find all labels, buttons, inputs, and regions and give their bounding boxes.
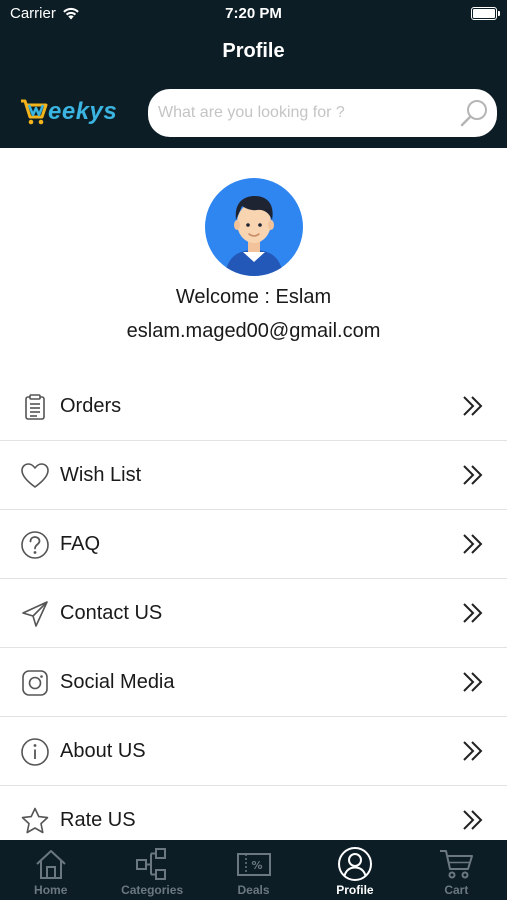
svg-text:%: % <box>251 859 262 872</box>
user-email: eslam.maged00@gmail.com <box>126 320 381 342</box>
menu-item-label: Social Media <box>60 671 175 693</box>
star-icon <box>21 807 49 834</box>
menu-item-contact-us[interactable]: Contact US <box>0 579 507 648</box>
tab-profile[interactable]: Profile <box>304 840 405 900</box>
double-chevron-right-icon <box>463 810 483 830</box>
menu-item-label: Rate US <box>60 809 136 831</box>
logo-cart-icon <box>21 99 48 125</box>
paper-plane-icon <box>22 601 48 627</box>
menu-item-label: About US <box>60 740 146 762</box>
heart-icon <box>21 463 49 488</box>
double-chevron-right-icon <box>463 672 483 692</box>
status-bar: Carrier 7:20 PM <box>0 0 507 28</box>
tab-label: Home <box>34 883 68 897</box>
status-time: 7:20 PM <box>225 5 282 22</box>
question-icon <box>21 531 49 559</box>
battery-icon <box>471 7 500 20</box>
menu-item-label: FAQ <box>60 533 101 555</box>
cart-icon <box>440 850 474 879</box>
tab-home[interactable]: Home <box>0 840 101 900</box>
search-icon[interactable] <box>459 98 489 128</box>
menu-item-about-us[interactable]: About US <box>0 717 507 786</box>
home-icon <box>36 850 66 879</box>
deals-icon: % <box>236 853 271 876</box>
profile-icon <box>337 847 372 881</box>
tab-label: Deals <box>237 883 270 897</box>
menu-item-social-media[interactable]: Social Media <box>0 648 507 717</box>
profile-menu: Orders Wish List FAQ Contact US Social M… <box>0 372 507 855</box>
welcome-text: Welcome : Eslam <box>175 286 332 308</box>
bottom-tab-bar: Home Categories % Deals Profile Cart <box>0 840 507 900</box>
tab-label: Categories <box>121 883 184 897</box>
categories-icon <box>136 848 167 880</box>
double-chevron-right-icon <box>463 465 483 485</box>
avatar <box>205 178 303 276</box>
menu-item-wish-list[interactable]: Wish List <box>0 441 507 510</box>
menu-item-label: Contact US <box>60 602 163 624</box>
tab-label: Profile <box>336 883 374 897</box>
menu-item-label: Orders <box>60 395 122 417</box>
user-avatar-icon <box>225 196 283 276</box>
brand-name: eekys <box>48 98 118 125</box>
menu-item-orders[interactable]: Orders <box>0 372 507 441</box>
double-chevron-right-icon <box>463 396 483 416</box>
menu-item-faq[interactable]: FAQ <box>0 510 507 579</box>
info-icon <box>21 738 49 766</box>
tab-deals[interactable]: % Deals <box>203 840 304 900</box>
profile-section: Welcome : Eslam eslam.maged00@gmail.com <box>0 148 507 372</box>
search-bar[interactable] <box>148 89 497 137</box>
app-header: Profile eekys <box>0 28 507 148</box>
double-chevron-right-icon <box>463 603 483 623</box>
instagram-icon <box>22 670 48 696</box>
double-chevron-right-icon <box>463 534 483 554</box>
double-chevron-right-icon <box>463 741 483 761</box>
menu-item-label: Wish List <box>60 464 142 486</box>
tab-label: Cart <box>444 883 469 897</box>
tab-cart[interactable]: Cart <box>406 840 507 900</box>
page-title: Profile <box>222 40 285 62</box>
search-input[interactable] <box>158 89 448 137</box>
weekys-logo[interactable]: eekys <box>20 98 117 126</box>
clipboard-icon <box>25 394 45 420</box>
tab-categories[interactable]: Categories <box>101 840 202 900</box>
